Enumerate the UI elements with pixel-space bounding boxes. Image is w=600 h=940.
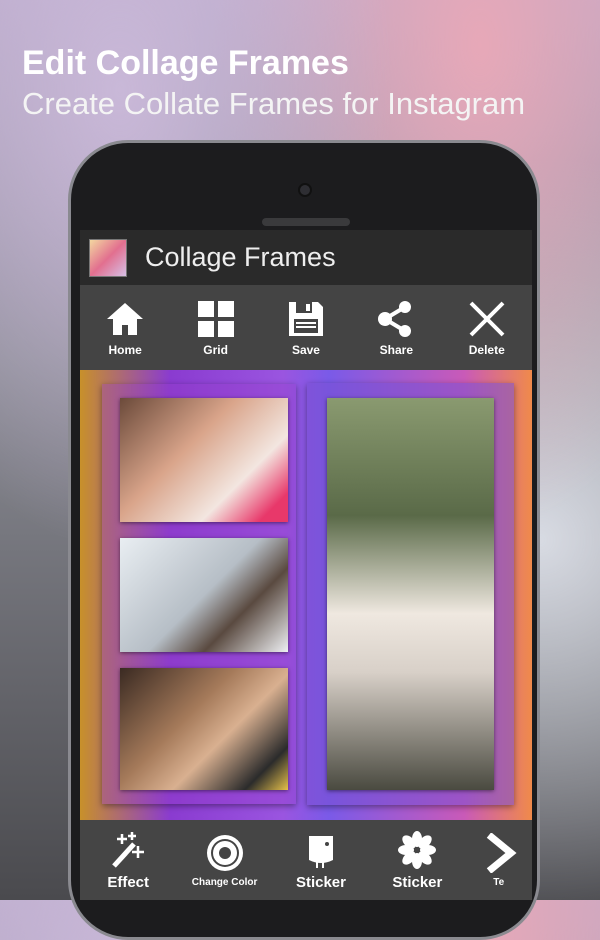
close-icon	[469, 301, 505, 336]
aperture-icon	[206, 834, 243, 871]
photo-couple-1[interactable]	[120, 398, 288, 522]
app-screen: Collage Frames Home Grid Save Share Dele…	[80, 230, 532, 900]
photo-couple-3[interactable]	[120, 668, 288, 790]
share-button[interactable]: Share	[356, 299, 436, 357]
effect-label: Effect	[107, 873, 150, 891]
flower-icon	[398, 830, 437, 869]
phone-speaker	[262, 218, 350, 226]
save-button[interactable]: Save	[266, 299, 346, 357]
share-icon	[378, 300, 412, 337]
text-label: Te	[493, 876, 505, 888]
save-label: Save	[291, 342, 320, 357]
magic-wand-icon	[112, 831, 145, 868]
share-label: Share	[379, 342, 414, 357]
bottom-toolbar: Effect Change Color Sticker Sticker Te	[80, 820, 532, 900]
next-button[interactable]: Te	[474, 832, 524, 888]
home-button[interactable]: Home	[85, 299, 165, 357]
app-logo	[89, 238, 127, 277]
floppy-disk-icon	[288, 301, 323, 336]
delete-button[interactable]: Delete	[447, 299, 527, 357]
app-title: Collage Frames	[145, 242, 336, 272]
sticker-button-2[interactable]: Sticker	[377, 830, 457, 891]
change-color-button[interactable]: Change Color	[185, 833, 265, 888]
grid-button[interactable]: Grid	[176, 299, 256, 357]
delete-label: Delete	[468, 342, 505, 357]
promo-title: Edit Collage Frames	[22, 44, 349, 82]
sticker-label-2: Sticker	[392, 873, 443, 891]
top-toolbar: Home Grid Save Share Delete	[80, 285, 532, 370]
collage-canvas[interactable]	[80, 370, 532, 820]
home-icon	[107, 302, 144, 335]
home-label: Home	[108, 342, 142, 357]
photo-woman[interactable]	[327, 398, 494, 790]
promo-subtitle: Create Collate Frames for Instagram	[22, 86, 526, 121]
bird-icon	[308, 835, 333, 868]
grid-label: Grid	[203, 342, 228, 357]
chevron-right-icon	[486, 832, 517, 873]
effect-button[interactable]: Effect	[88, 830, 168, 891]
photo-couple-2[interactable]	[120, 538, 288, 652]
change-color-label: Change Color	[191, 876, 258, 888]
grid-icon	[197, 300, 234, 337]
sticker-button-1[interactable]: Sticker	[281, 830, 361, 891]
front-camera	[298, 183, 312, 197]
app-bar: Collage Frames	[80, 230, 532, 285]
sticker-label-1: Sticker	[295, 873, 346, 891]
